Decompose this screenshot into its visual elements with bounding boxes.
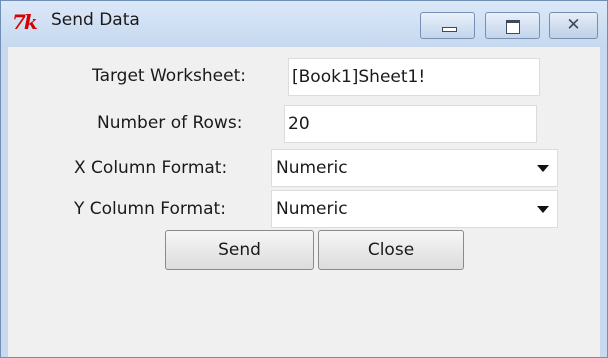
close-button[interactable]: Close (318, 230, 464, 270)
y-column-format-value: Numeric (276, 199, 348, 219)
dialog-body: Target Worksheet: [Book1]Sheet1! Number … (8, 47, 600, 357)
x-column-format-value: Numeric (276, 158, 348, 178)
close-icon: ✕ (566, 15, 581, 35)
x-column-format-select[interactable]: Numeric (271, 149, 558, 187)
number-of-rows-input[interactable]: 20 (284, 105, 537, 143)
y-column-format-label: Y Column Format: (74, 199, 226, 219)
minimize-button[interactable] (420, 12, 475, 39)
tk-logo-icon: 7k (12, 10, 38, 34)
title-bar[interactable]: 7k Send Data ✕ (1, 1, 607, 47)
target-worksheet-input[interactable]: [Book1]Sheet1! (288, 58, 540, 96)
send-button[interactable]: Send (165, 230, 314, 270)
window-title: Send Data (51, 10, 140, 30)
target-worksheet-label: Target Worksheet: (92, 66, 246, 86)
close-window-button[interactable]: ✕ (549, 12, 598, 39)
number-of-rows-label: Number of Rows: (97, 113, 243, 133)
minimize-icon (442, 27, 457, 32)
y-column-format-select[interactable]: Numeric (271, 190, 558, 228)
maximize-icon (506, 20, 520, 34)
chevron-down-icon[interactable] (537, 165, 549, 172)
maximize-button[interactable] (485, 12, 540, 39)
x-column-format-label: X Column Format: (74, 158, 228, 178)
send-data-window: 7k Send Data ✕ Target Worksheet: [Book1]… (0, 0, 608, 358)
chevron-down-icon[interactable] (537, 206, 549, 213)
